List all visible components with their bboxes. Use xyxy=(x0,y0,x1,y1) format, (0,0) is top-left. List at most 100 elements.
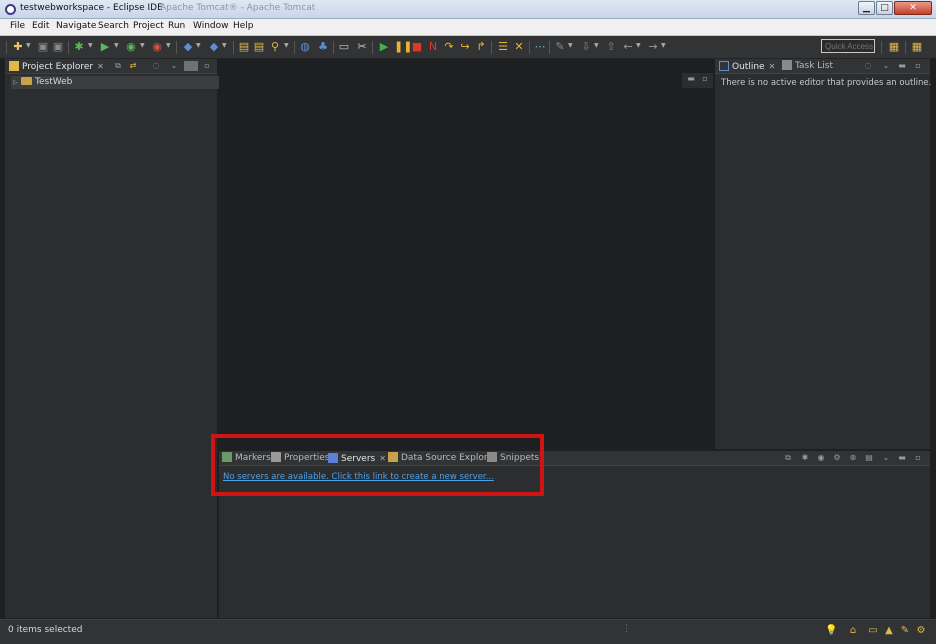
chevron-down-icon[interactable]: ▼ xyxy=(140,43,146,49)
stop-server-icon[interactable]: ⊗ xyxy=(848,453,858,463)
chevron-down-icon[interactable]: ▼ xyxy=(88,43,94,49)
menu-file[interactable]: File xyxy=(10,21,25,31)
toolbar-separator xyxy=(333,41,334,54)
chevron-down-icon[interactable]: ▼ xyxy=(568,43,574,49)
maximize-icon[interactable]: ▫ xyxy=(202,61,212,71)
chevron-down-icon[interactable]: ▼ xyxy=(222,43,228,49)
open-task-icon[interactable]: ▤ xyxy=(253,41,265,53)
tools-icon[interactable]: ♣ xyxy=(317,41,329,53)
view-menu-icon[interactable]: ⌄ xyxy=(881,61,891,71)
maximize-button[interactable]: □ xyxy=(876,1,893,15)
editor-area[interactable]: ▬ ▫ xyxy=(219,59,713,449)
menu-help[interactable]: Help xyxy=(233,21,254,31)
suspend-icon[interactable]: ❚❚ xyxy=(394,41,412,53)
quick-access-input[interactable] xyxy=(821,39,875,53)
lightbulb-icon[interactable]: 💡 xyxy=(825,625,837,637)
view-menu-icon[interactable]: ⌄ xyxy=(169,61,179,71)
minimize-icon[interactable]: ▬ xyxy=(897,453,907,463)
maximize-icon[interactable]: ▫ xyxy=(913,61,923,71)
status-bar: 0 items selected ⋮ 💡 ⌂ ▭ ▲ ✎ ⚙ xyxy=(0,619,936,644)
chevron-down-icon[interactable]: ▼ xyxy=(166,43,172,49)
step-return-icon[interactable]: ↱ xyxy=(475,41,487,53)
console-icon[interactable]: ▭ xyxy=(338,41,350,53)
menu-project[interactable]: Project xyxy=(133,21,164,31)
run-icon[interactable]: ▶ xyxy=(99,41,111,53)
minimize-icon[interactable]: ▬ xyxy=(897,61,907,71)
graduation-cap-icon[interactable]: ▲ xyxy=(883,625,895,637)
window-title-bar[interactable]: testwebworkspace - Eclipse IDE Apache To… xyxy=(0,0,936,19)
close-icon[interactable]: ✕ xyxy=(97,62,104,71)
maximize-icon[interactable]: ▫ xyxy=(913,453,923,463)
annotation-icon[interactable]: ✎ xyxy=(554,41,566,53)
chevron-down-icon[interactable]: ▼ xyxy=(594,43,600,49)
external-tools-icon[interactable]: ◉ xyxy=(151,41,163,53)
menu-window[interactable]: Window xyxy=(193,21,229,31)
step-over-icon[interactable]: ↪ xyxy=(459,41,471,53)
globe-icon[interactable]: ◍ xyxy=(299,41,311,53)
save-icon[interactable]: ▣ xyxy=(37,41,49,53)
chevron-down-icon[interactable]: ▼ xyxy=(26,43,32,49)
highlight-box xyxy=(211,434,544,496)
publish-icon[interactable]: ▤ xyxy=(864,453,874,463)
new-icon[interactable]: ✚ xyxy=(12,41,24,53)
toggle-breakpoint-icon[interactable]: ⋯ xyxy=(534,41,546,53)
pin-icon[interactable]: ✂ xyxy=(356,41,368,53)
focus-icon[interactable]: ◌ xyxy=(151,61,161,71)
tab-outline[interactable]: Outline ✕ xyxy=(719,59,775,74)
debug-server-icon[interactable]: ✱ xyxy=(800,453,810,463)
start-server-icon[interactable]: ◉ xyxy=(816,453,826,463)
step-into-icon[interactable]: ↷ xyxy=(443,41,455,53)
java-ee-perspective-icon[interactable]: ▦ xyxy=(911,41,923,53)
save-all-icon[interactable]: ▣ xyxy=(52,41,64,53)
chevron-down-icon[interactable]: ▼ xyxy=(636,43,642,49)
back-icon[interactable]: ← xyxy=(622,41,634,53)
menu-run[interactable]: Run xyxy=(168,21,185,31)
toolbar-separator xyxy=(905,41,906,54)
expand-icon[interactable]: ▷ xyxy=(13,76,21,89)
menu-search[interactable]: Search xyxy=(98,21,129,31)
home-icon[interactable]: ⌂ xyxy=(847,625,859,637)
close-icon[interactable]: ✕ xyxy=(769,62,776,71)
collapse-all-icon[interactable]: ⧉ xyxy=(113,61,123,71)
minimize-icon[interactable]: ▬ xyxy=(686,74,696,84)
view-menu-icon[interactable]: ⌄ xyxy=(881,453,891,463)
chevron-down-icon[interactable]: ▼ xyxy=(284,43,290,49)
minimize-button[interactable]: ▁ xyxy=(858,1,875,15)
chevron-down-icon[interactable]: ▼ xyxy=(196,43,202,49)
tab-label: Project Explorer xyxy=(22,62,94,72)
coverage-icon[interactable]: ◉ xyxy=(125,41,137,53)
link-with-editor-icon[interactable]: ⇄ xyxy=(128,61,138,71)
open-perspective-icon[interactable]: ▦ xyxy=(888,41,900,53)
toolbar-separator xyxy=(176,41,177,54)
next-annotation-icon[interactable]: ⇩ xyxy=(580,41,592,53)
book-icon[interactable]: ▭ xyxy=(867,625,879,637)
menu-edit[interactable]: Edit xyxy=(32,21,49,31)
chevron-down-icon[interactable]: ▼ xyxy=(114,43,120,49)
close-button[interactable]: ✕ xyxy=(894,1,932,15)
menu-bar: File Edit Navigate Search Project Run Wi… xyxy=(0,19,936,36)
tab-project-explorer[interactable]: Project Explorer ✕ xyxy=(9,59,104,74)
debug-icon[interactable]: ✱ xyxy=(73,41,85,53)
minimize-icon[interactable] xyxy=(184,61,198,71)
maximize-icon[interactable]: ▫ xyxy=(700,74,710,84)
open-type-icon[interactable]: ▤ xyxy=(238,41,250,53)
use-step-filters-icon[interactable]: ✕ xyxy=(513,41,525,53)
collapse-all-icon[interactable]: ⧉ xyxy=(783,453,793,463)
tab-task-list[interactable]: Task List xyxy=(782,59,833,74)
drop-frame-icon[interactable]: ☰ xyxy=(497,41,509,53)
chevron-down-icon[interactable]: ▼ xyxy=(661,43,667,49)
wand-icon[interactable]: ✎ xyxy=(899,625,911,637)
new-class-icon[interactable]: ◆ xyxy=(208,41,220,53)
terminate-icon[interactable]: ■ xyxy=(411,41,423,53)
profile-server-icon[interactable]: ⚙ xyxy=(832,453,842,463)
focus-icon[interactable]: ◌ xyxy=(863,61,873,71)
gear-icon[interactable]: ⚙ xyxy=(915,625,927,637)
new-server-icon[interactable]: ◆ xyxy=(182,41,194,53)
tree-item-testweb[interactable]: ▷ TestWeb xyxy=(11,76,219,89)
menu-navigate[interactable]: Navigate xyxy=(56,21,96,31)
disconnect-icon[interactable]: N xyxy=(427,41,439,53)
search-icon[interactable]: ⚲ xyxy=(269,41,281,53)
prev-annotation-icon[interactable]: ⇧ xyxy=(605,41,617,53)
forward-icon[interactable]: → xyxy=(647,41,659,53)
resume-icon[interactable]: ▶ xyxy=(378,41,390,53)
